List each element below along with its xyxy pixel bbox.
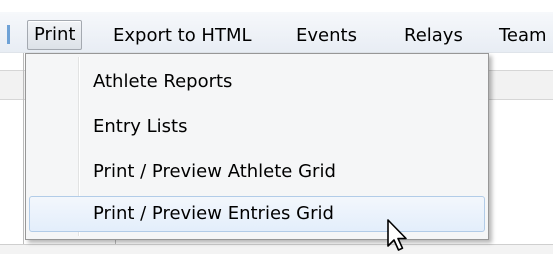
menu-events[interactable]: Events [296, 21, 357, 51]
menu-bar-edge [7, 25, 10, 44]
background-grid-divider [23, 52, 24, 253]
menu-export-to-html[interactable]: Export to HTML [113, 21, 252, 51]
window-top-strip [0, 0, 553, 12]
menu-bar [0, 12, 553, 53]
menu-item-athlete-reports[interactable]: Athlete Reports [29, 64, 485, 100]
mouse-pointer-icon [387, 219, 407, 251]
menu-item-print-preview-entries-grid[interactable]: Print / Preview Entries Grid [29, 196, 485, 232]
menu-print[interactable]: Print [27, 20, 83, 50]
print-dropdown-menu: Athlete Reports Entry Lists Print / Prev… [25, 53, 489, 240]
menu-team[interactable]: Team [499, 21, 547, 51]
menu-item-entry-lists[interactable]: Entry Lists [29, 109, 485, 145]
menu-relays[interactable]: Relays [404, 21, 463, 51]
menu-item-label: Athlete Reports [93, 71, 233, 92]
menu-item-label: Print / Preview Entries Grid [93, 203, 334, 224]
menu-item-print-preview-athlete-grid[interactable]: Print / Preview Athlete Grid [29, 154, 485, 190]
menu-item-label: Print / Preview Athlete Grid [93, 161, 336, 182]
menu-item-label: Entry Lists [93, 116, 188, 137]
